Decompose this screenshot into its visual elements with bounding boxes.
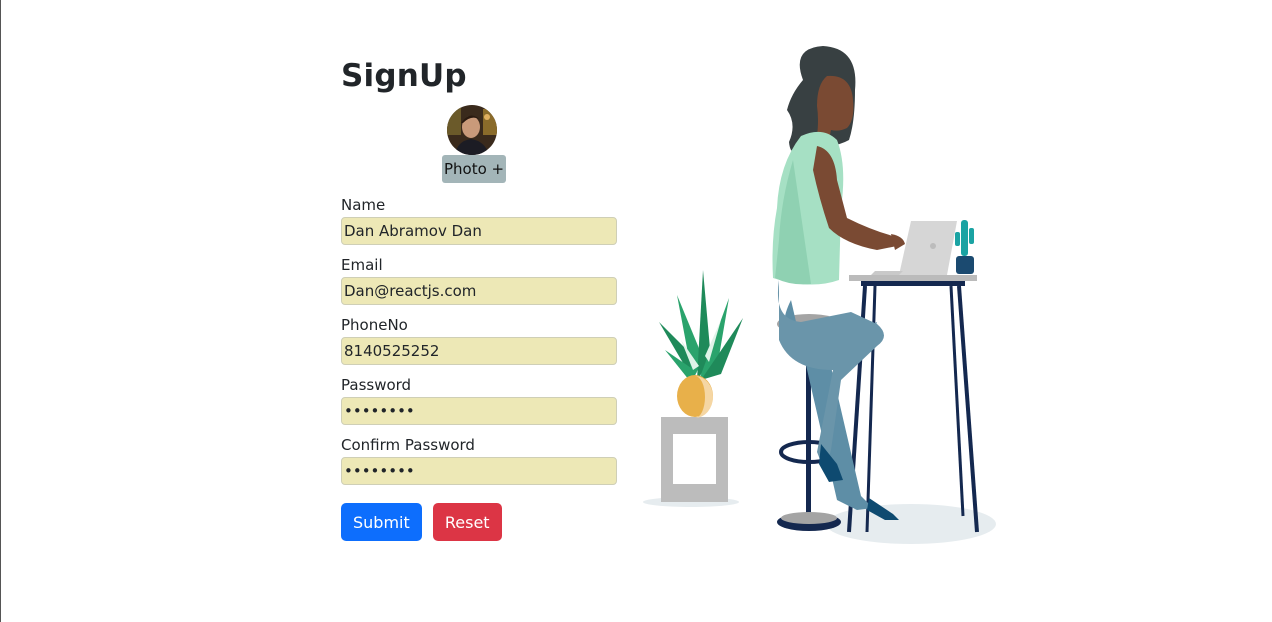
name-label: Name <box>341 196 386 214</box>
name-input[interactable] <box>341 217 617 245</box>
avatar <box>447 105 497 155</box>
form-fields: Name Email PhoneNo Password Confirm Pass… <box>341 195 617 495</box>
confirm-password-label: Confirm Password <box>341 436 475 454</box>
reset-button[interactable]: Reset <box>432 503 502 541</box>
signup-page: SignUp Photo + Name Email <box>0 0 1272 622</box>
password-field: Password <box>341 375 617 425</box>
woman-at-laptop-illustration <box>641 40 1001 555</box>
name-field: Name <box>341 195 617 245</box>
phone-label: PhoneNo <box>341 316 408 334</box>
phone-input[interactable] <box>341 337 617 365</box>
phone-field: PhoneNo <box>341 315 617 365</box>
photo-upload-button[interactable]: Photo + <box>442 155 507 183</box>
email-label: Email <box>341 256 383 274</box>
avatar-photo <box>447 105 497 155</box>
cactus-illustration <box>955 220 974 274</box>
illustration-svg <box>643 46 996 544</box>
submit-button[interactable]: Submit <box>341 503 422 541</box>
confirm-password-field: Confirm Password <box>341 435 617 485</box>
page-title: SignUp <box>341 58 467 94</box>
plant-stand <box>661 417 728 502</box>
password-label: Password <box>341 376 412 394</box>
confirm-password-input[interactable] <box>341 457 617 485</box>
potted-plant-illustration <box>659 270 743 418</box>
email-field: Email <box>341 255 617 305</box>
standing-desk <box>847 275 979 533</box>
signup-form: SignUp Photo + Name Email <box>341 56 617 541</box>
email-input[interactable] <box>341 277 617 305</box>
password-input[interactable] <box>341 397 617 425</box>
form-actions: Submit Reset <box>341 503 508 541</box>
